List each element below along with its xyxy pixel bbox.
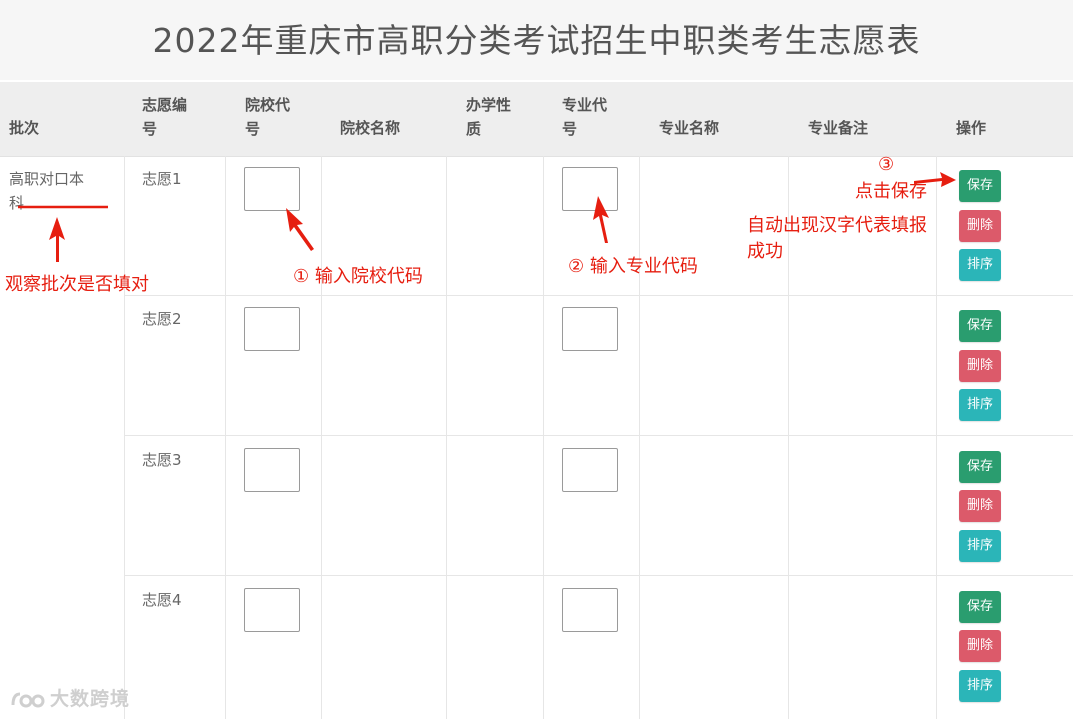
row-divider — [124, 435, 1073, 436]
annotation-step3-number: ③ — [878, 154, 895, 175]
sort-button[interactable]: 排序 — [959, 389, 1001, 421]
column-divider — [639, 156, 640, 719]
column-divider — [321, 156, 322, 719]
header-major-note: 专业备注 — [808, 119, 869, 137]
delete-button[interactable]: 删除 — [959, 350, 1001, 382]
header-school-name: 院校名称 — [340, 119, 401, 137]
row-divider — [124, 295, 1073, 296]
watermark: 大数跨境 — [10, 684, 130, 711]
watermark-logo-icon — [11, 692, 45, 707]
annotation-step2: ② 输入专业代码 — [568, 256, 698, 277]
arrow-icon — [286, 208, 314, 251]
batch-value: 高职对口本科 — [9, 170, 85, 212]
header-school-code: 院校代号 — [245, 96, 291, 138]
school-code-input[interactable] — [244, 307, 300, 351]
school-code-input[interactable] — [244, 167, 300, 211]
header-wish-no: 志愿编号 — [142, 96, 188, 138]
wish-label: 志愿2 — [142, 310, 182, 328]
arrow-icon — [49, 217, 65, 262]
school-code-input[interactable] — [244, 448, 300, 492]
major-code-input[interactable] — [562, 448, 618, 492]
row-divider — [124, 575, 1073, 576]
sort-button[interactable]: 排序 — [959, 670, 1001, 702]
column-divider — [446, 156, 447, 719]
wish-label: 志愿4 — [142, 591, 182, 609]
delete-button[interactable]: 删除 — [959, 490, 1001, 522]
column-divider — [124, 156, 125, 719]
school-code-input[interactable] — [244, 588, 300, 632]
header-school-type: 办学性质 — [466, 96, 512, 138]
page-title: 2022年重庆市高职分类考试招生中职类考生志愿表 — [152, 21, 921, 60]
annotation-step1: ① 输入院校代码 — [293, 266, 423, 287]
sort-button[interactable]: 排序 — [959, 530, 1001, 562]
save-button[interactable]: 保存 — [959, 591, 1001, 623]
table-header: 批次 志愿编号 院校代号 院校名称 办学性质 专业代号 专业名称 专业备注 操作 — [0, 82, 1073, 157]
wish-label: 志愿3 — [142, 451, 182, 469]
title-bar: 2022年重庆市高职分类考试招生中职类考生志愿表 — [0, 0, 1073, 80]
sort-button[interactable]: 排序 — [959, 249, 1001, 281]
save-button[interactable]: 保存 — [959, 451, 1001, 483]
annotation-step3-text: 点击保存 — [855, 181, 927, 202]
delete-button[interactable]: 删除 — [959, 210, 1001, 242]
annotation-auto-fill: 自动出现汉字代表填报 成功 — [747, 215, 927, 262]
column-divider — [225, 156, 226, 719]
major-code-input[interactable] — [562, 307, 618, 351]
major-code-input[interactable] — [562, 588, 618, 632]
column-divider — [543, 156, 544, 719]
annotation-check-batch: 观察批次是否填对 — [5, 274, 149, 295]
header-actions: 操作 — [956, 119, 987, 137]
wish-label: 志愿1 — [142, 170, 182, 188]
major-code-input[interactable] — [562, 167, 618, 211]
header-major-code: 专业代号 — [562, 96, 608, 138]
column-divider — [936, 156, 937, 719]
delete-button[interactable]: 删除 — [959, 630, 1001, 662]
save-button[interactable]: 保存 — [959, 170, 1001, 202]
header-batch: 批次 — [9, 119, 40, 137]
save-button[interactable]: 保存 — [959, 310, 1001, 342]
header-major-name: 专业名称 — [659, 119, 720, 137]
